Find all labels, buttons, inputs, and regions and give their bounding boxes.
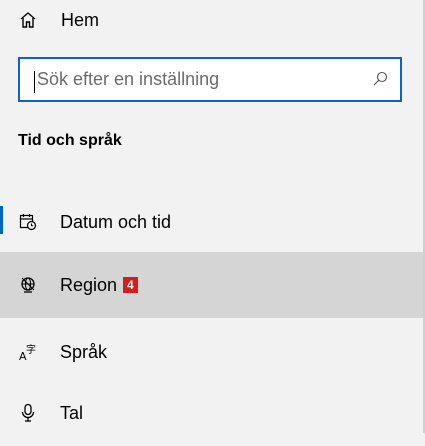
nav-item-label: Språk [60, 341, 108, 362]
notification-badge: 4 [123, 276, 138, 293]
calendar-clock-icon [18, 212, 38, 232]
region-label: Region [60, 274, 118, 295]
search-icon[interactable] [372, 71, 388, 92]
language-icon: A 字 [18, 342, 38, 362]
home-nav-item[interactable]: Hem [0, 0, 423, 40]
nav-item-label: Datum och tid [60, 211, 172, 232]
settings-search-box[interactable] [18, 57, 402, 102]
svg-text:字: 字 [26, 343, 36, 356]
nav-item-sprak[interactable]: A 字 Språk [0, 319, 423, 385]
region-globe-icon [18, 275, 38, 295]
nav-item-region[interactable]: Region 4 [0, 252, 423, 318]
text-caret [34, 71, 35, 93]
microphone-icon [18, 403, 38, 423]
nav-item-tal[interactable]: Tal [0, 380, 423, 446]
nav-item-label: Tal [60, 402, 84, 423]
home-icon [18, 10, 38, 30]
nav-item-datum-och-tid[interactable]: Datum och tid [0, 189, 423, 255]
section-title: Tid och språk [18, 132, 122, 149]
home-label: Hem [61, 9, 100, 30]
nav-item-label: Region 4 [60, 275, 138, 296]
search-input[interactable] [37, 59, 367, 100]
